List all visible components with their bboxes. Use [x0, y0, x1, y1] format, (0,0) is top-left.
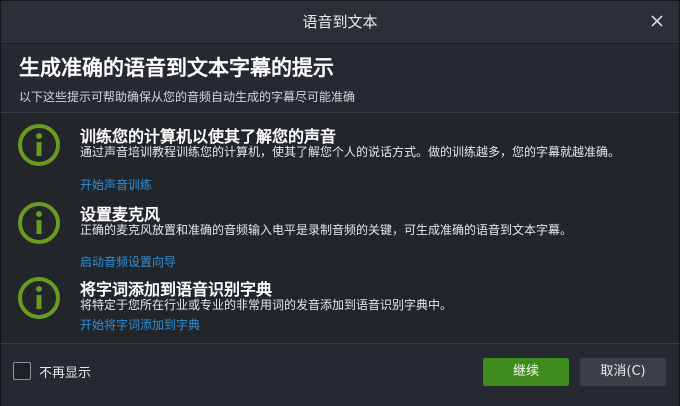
- dialog-footer: 不再显示 继续 取消(C): [1, 344, 679, 406]
- info-icon: [18, 124, 60, 166]
- tip-item-microphone: 设置麦克风 正确的麦克风放置和准确的音频输入电平是录制音频的关键，可生成准确的语…: [1, 193, 679, 269]
- tip-title: 设置麦克风: [80, 205, 161, 224]
- info-icon: [18, 202, 60, 244]
- tip-item-dictionary: 将字词添加到语音识别字典 将特定于您所在行业或专业的非常用词的发音添加到语音识别…: [1, 268, 679, 342]
- dont-show-again-checkbox[interactable]: [13, 362, 31, 380]
- tip-item-voice-training: 训练您的计算机以使其了解您的声音 通过声音培训教程训练您的计算机，使其了解您个人…: [1, 115, 679, 192]
- tips-list: 训练您的计算机以使其了解您的声音 通过声音培训教程训练您的计算机，使其了解您个人…: [1, 113, 679, 343]
- tip-description: 通过声音培训教程训练您的计算机，使其了解您个人的说话方式。做的训练越多，您的字幕…: [80, 145, 621, 159]
- dont-show-again-label[interactable]: 不再显示: [39, 362, 91, 381]
- page-title: 生成准确的语音到文本字幕的提示: [19, 56, 334, 80]
- start-voice-training-link[interactable]: 开始声音训练: [80, 176, 152, 193]
- info-icon: [18, 277, 60, 319]
- dialog-title: 语音到文本: [302, 13, 378, 31]
- continue-button[interactable]: 继续: [483, 358, 569, 386]
- title-bar: 语音到文本: [1, 1, 679, 44]
- add-words-to-dictionary-link[interactable]: 开始将字词添加到字典: [80, 316, 200, 333]
- tip-title: 将字词添加到语音识别字典: [80, 280, 273, 299]
- tip-description: 正确的麦克风放置和准确的音频输入电平是录制音频的关键，可生成准确的语音到文本字幕…: [80, 223, 573, 237]
- speech-to-text-dialog: 语音到文本 生成准确的语音到文本字幕的提示 以下这些提示可帮助确保从您的音频自动…: [0, 0, 680, 406]
- close-icon: [651, 15, 663, 27]
- page-subtitle: 以下这些提示可帮助确保从您的音频自动生成的字幕尽可能准确: [19, 90, 356, 104]
- cancel-button[interactable]: 取消(C): [580, 358, 666, 386]
- tip-description: 将特定于您所在行业或专业的非常用词的发音添加到语音识别字典中。: [80, 298, 453, 312]
- dialog-header: 生成准确的语音到文本字幕的提示 以下这些提示可帮助确保从您的音频自动生成的字幕尽…: [1, 44, 679, 112]
- tip-title: 训练您的计算机以使其了解您的声音: [80, 127, 337, 146]
- close-button[interactable]: [647, 11, 667, 31]
